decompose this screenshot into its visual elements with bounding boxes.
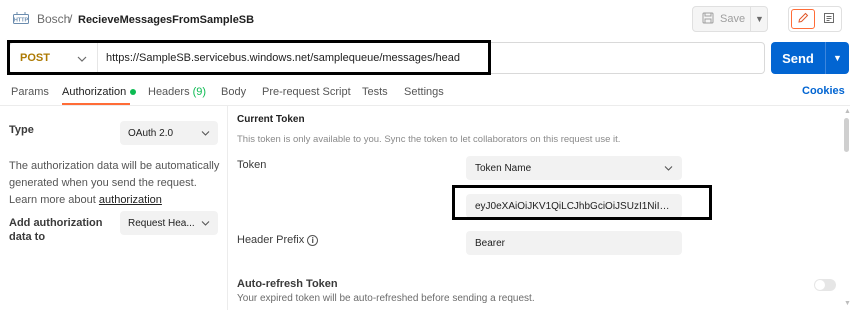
tab-params[interactable]: Params bbox=[11, 85, 49, 99]
cookies-link[interactable]: Cookies bbox=[802, 85, 845, 97]
add-auth-to-value: Request Hea... bbox=[128, 217, 195, 229]
annotation-box-url bbox=[7, 40, 491, 75]
send-button[interactable]: Send bbox=[771, 42, 825, 74]
pane-divider bbox=[227, 106, 228, 310]
toggle-knob bbox=[815, 280, 825, 290]
token-name-value: Token Name bbox=[475, 162, 532, 174]
tab-headers[interactable]: Headers (9) bbox=[148, 85, 206, 99]
chevron-down-icon bbox=[201, 218, 210, 229]
scroll-down-icon[interactable]: ▼ bbox=[844, 300, 850, 307]
auth-type-label: Type bbox=[9, 124, 34, 136]
request-name[interactable]: RecieveMessagesFromSampleSB bbox=[78, 13, 254, 27]
save-button[interactable]: Save bbox=[693, 7, 750, 31]
view-toggle bbox=[788, 6, 842, 32]
auth-type-select[interactable]: OAuth 2.0 bbox=[120, 121, 218, 145]
auto-refresh-toggle[interactable] bbox=[814, 279, 836, 291]
save-button-group: Save ▼ bbox=[692, 6, 768, 32]
add-auth-to-label: Add authorization data to bbox=[9, 217, 103, 243]
current-token-title: Current Token bbox=[237, 114, 305, 125]
tab-authorization[interactable]: Authorization bbox=[62, 85, 137, 99]
tabs-divider bbox=[0, 105, 850, 106]
edit-mode-button[interactable] bbox=[791, 9, 815, 29]
token-label: Token bbox=[237, 159, 267, 171]
annotation-box-token bbox=[452, 185, 712, 220]
svg-text:HTTP: HTTP bbox=[14, 18, 29, 24]
auto-refresh-description: Your expired token will be auto-refreshe… bbox=[237, 293, 535, 304]
header-prefix-label-wrap: Header Prefix i bbox=[237, 234, 319, 246]
tab-headers-label: Headers bbox=[148, 86, 190, 98]
tab-body[interactable]: Body bbox=[221, 85, 246, 99]
chevron-down-icon: ▼ bbox=[833, 53, 842, 63]
header-prefix-input[interactable]: Bearer bbox=[466, 231, 682, 255]
info-icon[interactable]: i bbox=[307, 234, 319, 246]
breadcrumb-separator: / bbox=[69, 12, 73, 26]
token-name-select[interactable]: Token Name bbox=[466, 156, 682, 180]
current-token-subtitle: This token is only available to you. Syn… bbox=[237, 134, 621, 145]
headers-count: (9) bbox=[192, 86, 207, 98]
auth-help-text: The authorization data will be automatic… bbox=[9, 158, 221, 209]
send-options-button[interactable]: ▼ bbox=[825, 42, 849, 74]
save-options-button[interactable]: ▼ bbox=[750, 7, 768, 31]
chevron-down-icon bbox=[201, 128, 210, 139]
auth-type-value: OAuth 2.0 bbox=[128, 127, 174, 139]
header-prefix-label: Header Prefix bbox=[237, 234, 305, 246]
auto-refresh-title: Auto-refresh Token bbox=[237, 278, 338, 290]
save-icon bbox=[702, 12, 714, 27]
tab-settings[interactable]: Settings bbox=[404, 85, 444, 99]
chevron-down-icon: ▼ bbox=[755, 14, 764, 24]
add-auth-to-select[interactable]: Request Hea... bbox=[120, 211, 218, 235]
tab-tests[interactable]: Tests bbox=[362, 85, 388, 99]
pencil-icon bbox=[797, 12, 809, 27]
status-dot bbox=[130, 89, 137, 96]
scroll-up-icon[interactable]: ▲ bbox=[844, 108, 850, 115]
http-request-icon: HTTP bbox=[13, 11, 29, 25]
save-label: Save bbox=[720, 13, 746, 25]
header-prefix-value: Bearer bbox=[475, 237, 506, 249]
scrollbar-thumb[interactable] bbox=[844, 118, 849, 152]
document-icon bbox=[823, 12, 835, 27]
documentation-button[interactable] bbox=[818, 9, 840, 29]
breadcrumb-workspace[interactable]: Bosch bbox=[37, 12, 70, 26]
tab-pre-request-script[interactable]: Pre-request Script bbox=[262, 85, 351, 99]
send-button-group: Send ▼ bbox=[771, 42, 849, 74]
authorization-link[interactable]: authorization bbox=[99, 194, 162, 206]
tab-authorization-label: Authorization bbox=[62, 86, 127, 98]
chevron-down-icon bbox=[664, 163, 673, 174]
